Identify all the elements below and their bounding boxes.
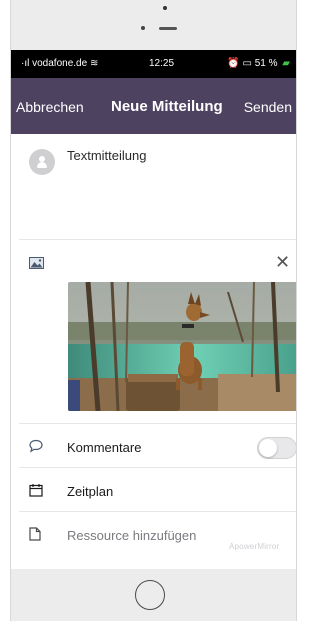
watermark: ApowerMirror xyxy=(229,542,280,551)
navigation-bar: Abbrechen Neue Mitteilung Senden xyxy=(11,78,296,134)
send-button[interactable]: Senden xyxy=(244,99,292,115)
status-time: 12:25 xyxy=(149,58,175,69)
screen-mirror-icon: ▭ xyxy=(242,58,252,69)
battery-percent: 51 % xyxy=(254,58,278,69)
divider xyxy=(19,467,296,468)
calendar-icon xyxy=(29,483,43,502)
signal-icon: ·ıl xyxy=(21,58,30,69)
message-input[interactable]: Textmitteilung xyxy=(67,148,146,163)
carrier-info: ·ıl vodafone.de ≋ xyxy=(21,58,98,69)
divider xyxy=(19,239,296,240)
toggle-knob xyxy=(259,439,277,457)
alarm-icon: ⏰ xyxy=(227,58,240,69)
carrier-name: vodafone.de xyxy=(32,58,88,69)
phone-frame: ·ıl vodafone.de ≋ 12:25 ⏰ ▭ 51 % ▰ Abbre… xyxy=(10,0,297,621)
status-right: ⏰ ▭ 51 % ▰ xyxy=(227,58,290,69)
wifi-icon: ≋ xyxy=(89,58,99,69)
page-title: Neue Mitteilung xyxy=(111,98,223,115)
add-resource-label: Ressource hinzufügen xyxy=(67,528,197,543)
phone-top-bezel xyxy=(11,0,296,50)
earpiece-speaker xyxy=(159,27,177,30)
comments-label: Kommentare xyxy=(67,440,142,455)
cancel-button[interactable]: Abbrechen xyxy=(16,99,84,115)
image-icon xyxy=(29,256,44,274)
phone-bottom-bezel xyxy=(11,569,296,621)
divider xyxy=(19,511,296,512)
composer-content: Textmitteilung ✕ Kommentare Zeitplan Res… xyxy=(11,134,296,569)
attached-photo xyxy=(68,282,296,411)
schedule-label: Zeitplan xyxy=(67,484,114,499)
comments-toggle[interactable] xyxy=(257,437,296,459)
schedule-row[interactable]: Zeitplan xyxy=(11,471,296,511)
divider xyxy=(19,423,296,424)
battery-icon: ▰ xyxy=(282,58,290,69)
status-bar: ·ıl vodafone.de ≋ 12:25 ⏰ ▭ 51 % ▰ xyxy=(11,50,296,78)
front-camera xyxy=(141,26,145,30)
document-icon xyxy=(29,527,41,546)
avatar xyxy=(29,149,55,175)
home-button[interactable] xyxy=(135,580,165,610)
close-icon[interactable]: ✕ xyxy=(275,252,290,273)
comment-icon xyxy=(29,439,43,458)
avatar-body xyxy=(37,162,47,168)
comments-row: Kommentare xyxy=(11,427,296,467)
sensor-dot xyxy=(163,6,167,10)
